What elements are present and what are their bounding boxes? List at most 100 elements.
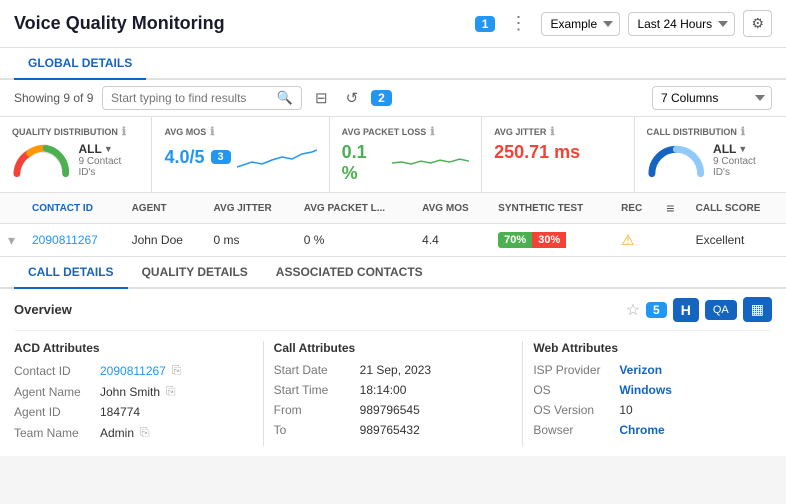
call-dropdown[interactable]: ALL ▼: [713, 142, 774, 156]
call-sub-label: 9 Contact ID's: [713, 156, 774, 178]
col-contact-id[interactable]: CONTACT ID: [24, 193, 124, 224]
call-distribution-gauge: ALL ▼ 9 Contact ID's: [647, 142, 774, 178]
synth-green: 70%: [498, 232, 532, 248]
time-range-select[interactable]: Last 24 Hours: [628, 12, 735, 36]
detail-content: Overview ☆ 5 H QA ▦ ACD Attributes Conta…: [0, 289, 786, 456]
web-browser-label: Bowser: [533, 423, 613, 437]
web-attributes-section: Web Attributes ISP Provider Verizon OS W…: [533, 341, 772, 446]
search-box[interactable]: 🔍: [102, 86, 302, 110]
header: Voice Quality Monitoring 1 ⋮ Example Las…: [0, 0, 786, 48]
avg-mos-info-icon[interactable]: ℹ: [210, 125, 214, 138]
tab-global-details[interactable]: GLOBAL DETAILS: [14, 48, 146, 80]
copy-agent-name-icon[interactable]: ⎘: [166, 384, 176, 399]
detail-tab-associated-contacts[interactable]: ASSOCIATED CONTACTS: [262, 257, 437, 289]
acd-agent-id-label: Agent ID: [14, 405, 94, 419]
detail-tab-call-details[interactable]: CALL DETAILS: [14, 257, 128, 289]
avg-mos-sparkline: [237, 142, 317, 172]
search-icon: 🔍: [277, 90, 293, 106]
call-gauge-svg: [647, 142, 706, 178]
more-options-icon[interactable]: ⋮: [509, 13, 527, 34]
acd-agent-id-row: Agent ID 184774: [14, 405, 233, 419]
filter-settings-icon[interactable]: ⚙: [743, 10, 772, 37]
acd-agent-name-label: Agent Name: [14, 385, 94, 399]
toolbar: Showing 9 of 9 🔍 ⊟ ↺ 2 7 Columns: [0, 80, 786, 117]
copy-team-name-icon[interactable]: ⎘: [140, 425, 150, 440]
quality-sub-label: 9 Contact ID's: [79, 156, 140, 178]
acd-contact-id-label: Contact ID: [14, 364, 94, 378]
example-select[interactable]: Example: [541, 12, 620, 36]
web-attr-title: Web Attributes: [533, 341, 752, 355]
col-agent: AGENT: [124, 193, 206, 224]
detail-action-qa-btn[interactable]: QA: [705, 300, 737, 320]
call-detail-section: CALL DETAILS QUALITY DETAILS ASSOCIATED …: [0, 257, 786, 456]
avg-jitter-info-icon[interactable]: ℹ: [550, 125, 554, 138]
filter-icon[interactable]: ⊟: [310, 87, 333, 109]
quality-distribution-gauge: ALL ▼ 9 Contact ID's: [12, 142, 139, 178]
main-tab-bar: GLOBAL DETAILS: [0, 48, 786, 80]
call-attr-title: Call Attributes: [274, 341, 493, 355]
call-from-value: 989796545: [360, 403, 420, 417]
data-table: CONTACT ID AGENT AVG JITTER AVG PACKET L…: [0, 193, 786, 257]
attr-divider-1: [263, 341, 264, 446]
web-os-version-value: 10: [619, 403, 632, 417]
quality-distribution-info-icon[interactable]: ℹ: [122, 125, 126, 138]
detail-actions: ☆ 5 H QA ▦: [626, 297, 772, 322]
quality-dropdown[interactable]: ALL ▼: [79, 142, 140, 156]
avg-packet-loss-value: 0.1 %: [342, 142, 386, 184]
refresh-icon[interactable]: ↺: [341, 87, 364, 109]
acd-agent-name-row: Agent Name John Smith ⎘: [14, 384, 233, 399]
quality-gauge-svg: [12, 142, 71, 178]
quality-gauge-info: ALL ▼ 9 Contact ID's: [79, 142, 140, 178]
agent-cell: John Doe: [124, 224, 206, 257]
detail-action-h-btn[interactable]: H: [673, 298, 699, 322]
call-distribution-info-icon[interactable]: ℹ: [741, 125, 745, 138]
call-distribution-label: CALL DISTRIBUTION ℹ: [647, 125, 774, 138]
web-os-version-row: OS Version 10: [533, 403, 752, 417]
search-input[interactable]: [111, 91, 277, 105]
avg-packet-loss-info-icon[interactable]: ℹ: [430, 125, 434, 138]
call-start-time-value: 18:14:00: [360, 383, 407, 397]
detail-header: Overview ☆ 5 H QA ▦: [14, 289, 772, 331]
call-attributes-section: Call Attributes Start Date 21 Sep, 2023 …: [274, 341, 513, 446]
pin-icon[interactable]: ☆: [626, 300, 640, 320]
col-call-score: CALL SCORE: [688, 193, 786, 224]
col-avg-packet-loss: AVG PACKET L...: [296, 193, 414, 224]
showing-count: Showing 9 of 9: [14, 91, 94, 105]
attributes-grid: ACD Attributes Contact ID 2090811267 ⎘ A…: [14, 331, 772, 456]
acd-contact-id-row: Contact ID 2090811267 ⎘: [14, 363, 233, 378]
call-start-time-label: Start Time: [274, 383, 354, 397]
avg-mos-card: AVG MOS ℹ 4.0/5 3: [152, 117, 329, 192]
web-isp-row: ISP Provider Verizon: [533, 363, 752, 377]
detail-tab-bar: CALL DETAILS QUALITY DETAILS ASSOCIATED …: [0, 257, 786, 289]
page-title: Voice Quality Monitoring: [14, 13, 467, 34]
acd-agent-id-value: 184774: [100, 405, 140, 419]
expand-cell[interactable]: ▾: [0, 224, 24, 257]
avg-packet-loss-sparkline: [392, 148, 469, 178]
col-settings[interactable]: ≡: [658, 193, 687, 224]
copy-contact-id-icon[interactable]: ⎘: [172, 363, 182, 378]
overview-label: Overview: [14, 302, 72, 317]
avg-jitter-value: 250.71 ms: [494, 142, 580, 162]
web-browser-value: Chrome: [619, 423, 664, 437]
call-gauge-info: ALL ▼ 9 Contact ID's: [713, 142, 774, 178]
detail-badge-5: 5: [646, 302, 667, 318]
call-from-label: From: [274, 403, 354, 417]
header-controls: Example Last 24 Hours ⚙: [541, 10, 772, 37]
avg-mos-value: 4.0/5: [164, 147, 204, 168]
expand-icon: ▾: [8, 232, 15, 248]
columns-select[interactable]: 7 Columns: [652, 86, 772, 110]
metrics-row: QUALITY DISTRIBUTION ℹ ALL ▼ 9 Contact I…: [0, 117, 786, 193]
call-start-time-row: Start Time 18:14:00: [274, 383, 493, 397]
acd-agent-name-value: John Smith: [100, 385, 160, 399]
avg-jitter-card: AVG JITTER ℹ 250.71 ms: [482, 117, 634, 192]
acd-team-name-label: Team Name: [14, 426, 94, 440]
acd-contact-id-value[interactable]: 2090811267: [100, 364, 166, 378]
col-avg-mos: AVG MOS: [414, 193, 490, 224]
acd-attributes-section: ACD Attributes Contact ID 2090811267 ⎘ A…: [14, 341, 253, 446]
detail-action-grid-btn[interactable]: ▦: [743, 297, 772, 322]
detail-tab-quality-details[interactable]: QUALITY DETAILS: [128, 257, 262, 289]
avg-jitter-cell: 0 ms: [206, 224, 296, 257]
call-start-date-row: Start Date 21 Sep, 2023: [274, 363, 493, 377]
call-start-date-value: 21 Sep, 2023: [360, 363, 431, 377]
quality-distribution-card: QUALITY DISTRIBUTION ℹ ALL ▼ 9 Contact I…: [0, 117, 152, 192]
